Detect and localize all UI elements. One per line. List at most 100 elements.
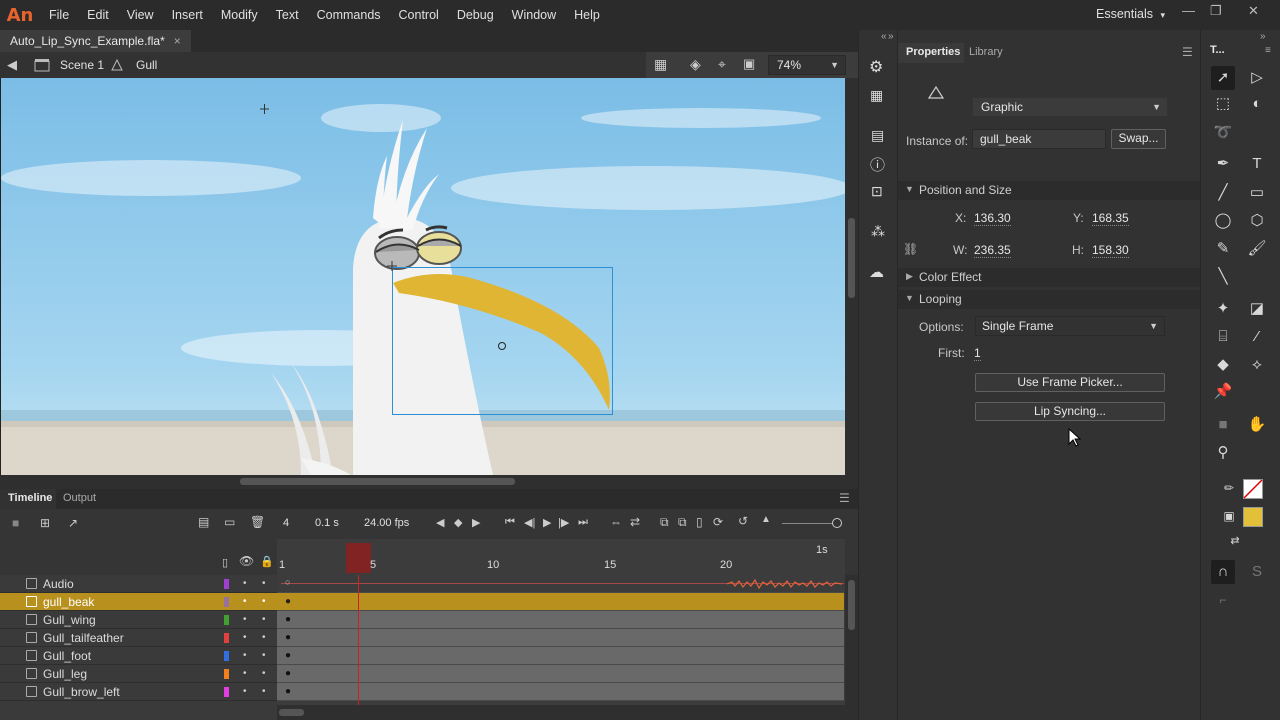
frames-grid[interactable]: ○ ● ● ● ● ● ● [277,575,845,705]
loop-icon[interactable]: ⇔ [610,515,622,529]
paint-bucket-tool-icon[interactable]: ◪ [1245,297,1269,321]
onion-skin-icon[interactable]: ⇄ [630,515,640,529]
prev-keyframe-icon[interactable]: ◀ [436,516,444,529]
timeline-horizontal-scrollbar[interactable] [277,705,845,720]
close-window-icon[interactable]: ✕ [1248,3,1259,19]
pencil-tool-icon[interactable]: ✎ [1211,237,1235,261]
subselection-tool-icon[interactable]: ▷ [1245,66,1269,90]
link-icon[interactable]: ⛓ [903,242,918,256]
fill-color-swatch[interactable] [1243,507,1263,527]
scroll-thumb[interactable] [848,218,855,298]
menu-debug[interactable]: Debug [448,8,503,22]
visibility-dot[interactable]: • [243,578,247,589]
menu-control[interactable]: Control [390,8,448,22]
fill-color-icon[interactable]: ▣ [1217,504,1241,528]
stroke-color-swatch[interactable] [1243,479,1263,499]
insert-keyframe-icon[interactable]: ◆ [454,516,462,529]
stage[interactable] [0,78,845,475]
layer-name[interactable]: Gull_foot [43,649,91,663]
cc-libraries-icon[interactable]: ☁ [869,263,884,281]
frame-row-gull-beak[interactable]: ● [277,593,844,611]
layer-row-gull-brow-left[interactable]: Gull_brow_left • • [0,683,277,701]
frame-row-gull-foot[interactable]: ● [277,647,844,665]
pen-tool-icon[interactable]: ✒ [1211,152,1235,176]
motion-presets-icon[interactable]: ⚙ [869,57,883,77]
line-tool-icon[interactable]: ╱ [1211,181,1235,205]
pin-tool-icon[interactable]: 📌 [1211,380,1235,404]
lock-dot[interactable]: • [262,650,266,661]
current-frame[interactable]: 4 [283,517,289,529]
layer-name[interactable]: Gull_wing [43,613,96,627]
fit-timeline-icon[interactable]: ▲ [761,514,771,525]
menu-file[interactable]: File [40,8,78,22]
paint-brush-tool-icon[interactable]: 🖌 [1245,237,1269,261]
minimize-icon[interactable]: — [1182,3,1195,18]
edit-multiple-frames-icon[interactable]: ⧉ [660,515,669,530]
modify-markers-icon[interactable]: ⟳ [713,515,723,529]
step-back-icon[interactable]: ◀| [524,516,535,529]
expand-icon[interactable]: » [888,31,894,42]
keyframe-dot[interactable]: ● [285,614,291,625]
bone-tool-icon[interactable]: ✦ [1211,297,1235,321]
scroll-thumb[interactable] [279,709,304,716]
swatches-icon[interactable]: ▦ [870,87,883,104]
keyframe-dot[interactable]: ● [285,596,291,607]
camera-tool-icon[interactable]: ■ [1211,413,1235,437]
layer-color-swatch[interactable] [224,597,229,607]
x-value[interactable]: 136.30 [974,211,1011,226]
swap-colors-icon[interactable]: ⇄ [1223,529,1247,553]
visibility-dot[interactable]: • [243,668,247,679]
frame-row-gull-brow-left[interactable]: ● [277,683,844,701]
fit-stage-icon[interactable]: ▣ [743,56,755,72]
h-value[interactable]: 158.30 [1092,243,1129,258]
snap-to-objects-icon[interactable]: ∩ [1211,560,1235,584]
symbol-label[interactable]: Gull [136,58,157,72]
info-icon[interactable]: ⓘ [870,154,885,175]
stroke-color-icon[interactable]: ✏ [1217,476,1241,500]
tab-library[interactable]: Library [969,46,1003,58]
tab-properties[interactable]: Properties [906,46,960,58]
panel-menu-icon[interactable]: ☰ [1182,45,1193,59]
layer-row-gull-beak[interactable]: gull_beak • • [0,593,277,611]
menu-commands[interactable]: Commands [308,8,390,22]
visibility-dot[interactable]: • [243,686,247,697]
outline-column-icon[interactable]: ▯ [222,556,228,569]
lock-dot[interactable]: • [262,578,266,589]
hand-tool-icon[interactable]: ✋ [1245,413,1269,437]
play-icon[interactable]: ▶ [543,516,551,529]
motion-guide-icon[interactable]: ↗ [68,516,78,530]
first-value[interactable]: 1 [974,346,981,361]
panel-menu-icon[interactable]: ☰ [839,491,850,505]
layer-row-audio[interactable]: Audio • • [0,575,277,593]
back-arrow-icon[interactable]: ◀ [7,57,17,73]
playhead-marker[interactable] [346,543,371,573]
eraser-tool-icon[interactable]: ◆ [1211,353,1235,377]
delete-icon[interactable]: 🗑 [250,515,265,529]
frame-row-audio[interactable]: ○ [277,575,844,593]
frame-row-gull-leg[interactable]: ● [277,665,844,683]
ink-bottle-tool-icon[interactable]: ⌸ [1211,325,1235,349]
visibility-dot[interactable]: • [243,614,247,625]
looping-options-select[interactable]: Single Frame ▼ [975,316,1165,336]
keyframe-dot[interactable]: ● [285,632,291,643]
stage-vertical-scrollbar[interactable] [845,78,858,475]
menu-edit[interactable]: Edit [78,8,118,22]
scene-label[interactable]: Scene 1 [60,58,104,72]
last-frame-icon[interactable]: ⏭ [578,516,588,529]
rectangle-tool-icon[interactable]: ▭ [1245,181,1269,205]
timeline-vertical-scrollbar[interactable] [845,575,858,720]
align-icon[interactable]: ▤ [871,127,884,144]
lock-dot[interactable]: • [262,596,266,607]
tab-timeline[interactable]: Timeline [8,492,52,504]
visibility-dot[interactable]: • [243,596,247,607]
free-transform-tool-icon[interactable]: ⬚ [1211,92,1235,116]
keyframe-empty[interactable]: ○ [285,577,290,587]
smooth-icon[interactable]: S [1245,560,1269,584]
lock-icon[interactable]: 🔒 [260,555,274,568]
center-stage-icon[interactable]: ⌖ [718,56,726,73]
zoom-select[interactable]: 74% ▼ [768,55,846,75]
instance-of-field[interactable]: gull_beak [972,129,1106,149]
width-tool-icon[interactable]: ⟡ [1245,353,1269,377]
instance-behavior-select[interactable]: Graphic ▼ [972,97,1168,117]
layer-name[interactable]: Gull_tailfeather [43,631,124,645]
